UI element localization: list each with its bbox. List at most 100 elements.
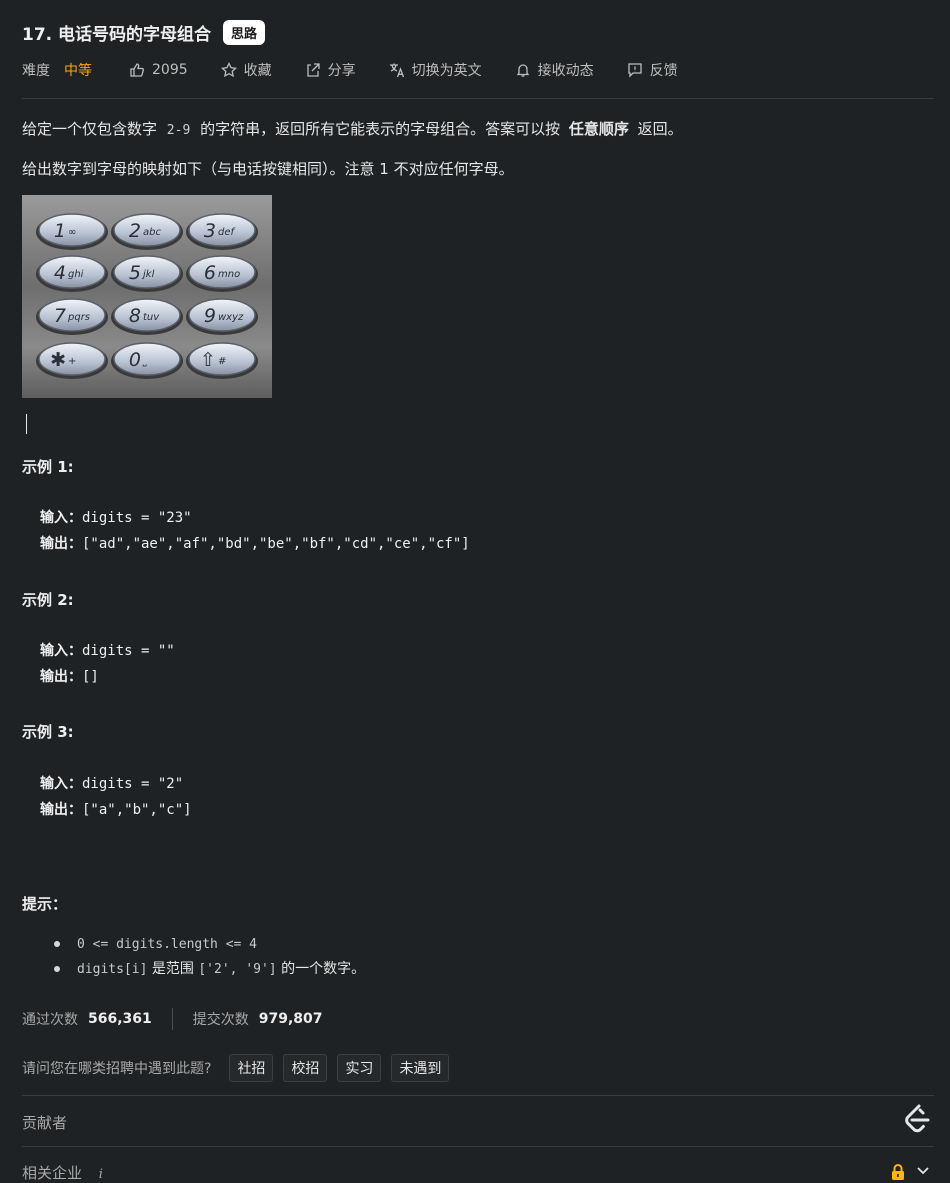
tip-item: 0 <= digits.length <= 4 <box>52 932 365 957</box>
contributors-section[interactable]: 贡献者 <box>22 1112 67 1133</box>
recruit-option-none[interactable]: 未遇到 <box>391 1054 450 1082</box>
stats-divider <box>171 1008 173 1030</box>
keypad-key: 0 ⎵ <box>111 342 183 379</box>
example-output: ["ad","ae","af","bd","be","bf","cd","ce"… <box>82 536 470 552</box>
info-icon[interactable]: i <box>99 1167 103 1182</box>
key-letters: ∞ <box>68 227 76 238</box>
share-icon <box>306 63 320 77</box>
description-text: 给定一个仅包含数字 <box>22 120 158 138</box>
switch-language-button[interactable]: 切换为英文 <box>389 60 482 80</box>
feedback-button[interactable]: 反馈 <box>627 60 678 80</box>
difficulty: 难度 中等 <box>22 60 92 80</box>
key-digit: 8 <box>129 305 141 327</box>
key-digit: 4 <box>54 262 66 284</box>
feedback-label: 反馈 <box>649 63 678 79</box>
keypad-key: ⇧ # <box>186 342 258 379</box>
related-companies-section[interactable]: 相关企业 i <box>22 1162 103 1183</box>
example-input: digits = "2" <box>82 776 184 792</box>
lock-icon <box>892 1164 904 1180</box>
key-letters: jkl <box>141 269 155 280</box>
input-label: 输入： <box>40 776 82 792</box>
difficulty-value: 中等 <box>64 63 92 79</box>
inline-code: 2-9 <box>166 123 191 138</box>
keypad-key: 8 tuv <box>111 298 183 335</box>
section-divider <box>22 1146 934 1147</box>
key-letters: ⎵ <box>142 356 147 367</box>
meta-row: 难度 中等 2095 收藏 分享 切换为英文 接收动态 反馈 <box>22 60 711 80</box>
accepted-label: 通过次数 <box>22 1012 78 1028</box>
key-digit: 3 <box>204 220 216 242</box>
example-input: digits = "23" <box>82 510 192 526</box>
key-digit: 6 <box>204 262 216 284</box>
thumbs-up-icon <box>130 63 144 77</box>
key-letters: # <box>218 356 226 367</box>
like-button[interactable]: 2095 <box>129 62 188 78</box>
keypad-key: 9 wxyz <box>186 298 258 335</box>
key-digit: 9 <box>204 305 216 327</box>
emphasis-text: 任意顺序 <box>568 120 629 138</box>
tip-text: 的一个数字。 <box>281 961 366 977</box>
submission-stats: 通过次数 566,361 提交次数 979,807 <box>22 1008 323 1030</box>
favorite-button[interactable]: 收藏 <box>220 60 272 80</box>
example-1-title: 示例 1: <box>22 458 74 476</box>
tip-code: 0 <= digits.length <= 4 <box>77 937 258 952</box>
subscribe-button[interactable]: 接收动态 <box>515 60 594 80</box>
recruit-option-social[interactable]: 社招 <box>229 1054 274 1082</box>
output-label: 输出： <box>40 669 82 685</box>
subscribe-label: 接收动态 <box>537 63 594 79</box>
example-2-block: 输入：digits = "" 输出：[] <box>40 638 175 690</box>
example-2-title: 示例 2: <box>22 591 74 609</box>
recruit-survey: 请问您在哪类招聘中遇到此题? 社招 校招 实习 未遇到 <box>22 1054 450 1082</box>
submitted-label: 提交次数 <box>192 1012 249 1028</box>
output-label: 输出： <box>40 536 82 552</box>
related-companies-label: 相关企业 <box>22 1164 83 1182</box>
text-cursor <box>26 414 27 434</box>
description-paragraph-2: 给出数字到字母的映射如下（与电话按键相同）。注意 1 不对应任何字母。 <box>22 160 514 178</box>
keypad-key: 6 mno <box>186 255 258 292</box>
section-divider <box>22 1095 934 1096</box>
tip-code: ['2', '9'] <box>198 962 277 977</box>
example-3-block: 输入：digits = "2" 输出：["a","b","c"] <box>40 771 192 823</box>
description-text: 返回。 <box>637 120 683 138</box>
chevron-down-icon[interactable] <box>916 1166 930 1176</box>
keypad-key: 1 ∞ <box>36 213 108 250</box>
key-letters: tuv <box>143 312 160 323</box>
recruit-option-campus[interactable]: 校招 <box>283 1054 328 1082</box>
key-letters: wxyz <box>218 312 244 323</box>
recruit-question: 请问您在哪类招聘中遇到此题? <box>22 1061 212 1077</box>
title-row: 17. 电话号码的字母组合 思路 <box>22 20 266 45</box>
key-digit: 1 <box>54 220 66 242</box>
key-digit: 7 <box>54 305 66 327</box>
difficulty-label: 难度 <box>22 63 50 79</box>
keypad-key: 4 ghi <box>36 255 108 292</box>
accepted-value: 566,361 <box>88 1011 152 1027</box>
leetcode-logo-icon[interactable] <box>900 1103 932 1137</box>
example-3-title: 示例 3: <box>22 723 74 741</box>
tip-code: digits[i] <box>77 962 148 977</box>
keypad-key: 2 abc <box>111 213 183 250</box>
key-digit: 5 <box>129 262 141 284</box>
example-1-block: 输入：digits = "23" 输出：["ad","ae","af","bd"… <box>40 505 470 557</box>
tips-title: 提示： <box>22 895 68 913</box>
key-letters: pqrs <box>67 312 90 323</box>
key-letters: abc <box>143 227 161 238</box>
description-text: 的字符串，返回所有它能表示的字母组合。答案可以按 <box>200 120 561 138</box>
input-label: 输入： <box>40 643 82 659</box>
translate-icon <box>389 63 404 78</box>
example-output: [] <box>82 669 99 685</box>
bell-icon <box>516 64 529 77</box>
share-button[interactable]: 分享 <box>305 60 356 80</box>
share-label: 分享 <box>327 63 356 79</box>
output-label: 输出： <box>40 802 82 818</box>
recruit-option-intern[interactable]: 实习 <box>337 1054 382 1082</box>
example-input: digits = "" <box>82 643 175 659</box>
example-output: ["a","b","c"] <box>82 802 192 818</box>
key-letters: + <box>68 356 76 367</box>
key-digit: ⇧ <box>200 349 216 371</box>
switch-language-label: 切换为英文 <box>411 63 482 79</box>
key-digit: ✱ <box>50 349 66 371</box>
key-letters: mno <box>218 269 240 280</box>
key-letters: def <box>218 227 236 238</box>
keypad-key: ✱ + <box>36 342 108 379</box>
hint-badge[interactable]: 思路 <box>223 20 266 45</box>
